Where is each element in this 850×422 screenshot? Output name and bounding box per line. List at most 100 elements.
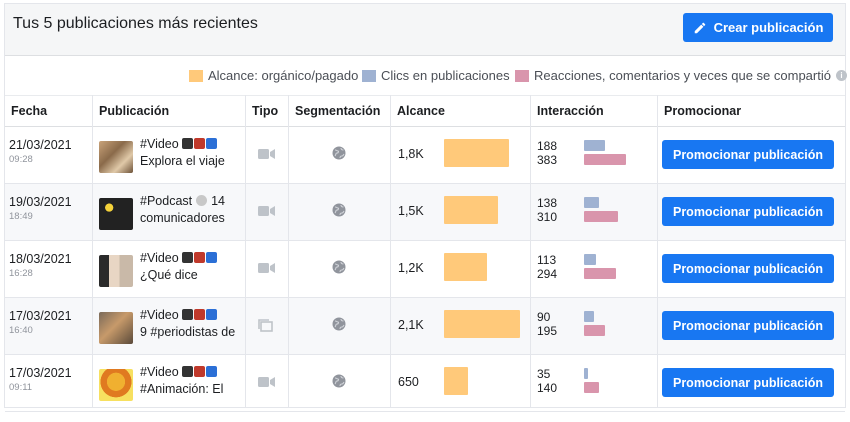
post-text-line1-extra: 14 bbox=[211, 194, 225, 209]
post-text-line1: #Video bbox=[140, 308, 179, 322]
emoji-icons bbox=[182, 136, 218, 153]
promote-post-button[interactable]: Promocionar publicación bbox=[662, 254, 834, 283]
post-date: 17/03/2021 09:11 bbox=[9, 366, 72, 422]
panel-header: Tus 5 publicaciones más recientes Crear … bbox=[5, 4, 845, 56]
post-text[interactable]: #Video #Animación: El bbox=[140, 364, 240, 398]
album-icon bbox=[258, 319, 273, 332]
info-icon[interactable]: i bbox=[835, 70, 847, 81]
engagement-values: 35 140 bbox=[537, 367, 557, 395]
column-header-post[interactable]: Publicación bbox=[93, 96, 169, 127]
globe-icon bbox=[332, 203, 346, 217]
clicks-bar bbox=[584, 254, 596, 265]
create-post-button[interactable]: Crear publicación bbox=[683, 13, 833, 42]
legend: Alcance: orgánico/pagado Clics en public… bbox=[5, 62, 847, 88]
clapperboard-emoji-icon bbox=[182, 309, 194, 321]
create-post-label: Crear publicación bbox=[713, 20, 824, 35]
reactions-bar bbox=[584, 382, 599, 393]
legend-swatch-clicks bbox=[362, 69, 376, 82]
post-thumbnail[interactable] bbox=[99, 369, 133, 401]
post-text-line2: Explora el viaje bbox=[140, 154, 225, 169]
table-row: 19/03/2021 18:49 #Podcast 14 comunicador… bbox=[5, 184, 845, 241]
reach-bar bbox=[444, 196, 498, 224]
arm-emoji-icon bbox=[194, 366, 206, 378]
reach-bar bbox=[444, 310, 520, 338]
emoji-icons bbox=[182, 364, 218, 381]
pencil-icon bbox=[694, 22, 705, 33]
clicks-value: 138 bbox=[537, 196, 558, 210]
recent-posts-panel: Tus 5 publicaciones más recientes Crear … bbox=[4, 3, 847, 412]
post-time: 09:28 bbox=[9, 154, 33, 165]
reactions-bar bbox=[584, 154, 626, 165]
column-header-engagement[interactable]: Interacción bbox=[531, 96, 604, 127]
reach-value: 1,5K bbox=[398, 204, 424, 218]
new-emoji-icon bbox=[206, 366, 218, 378]
reach-value: 2,1K bbox=[398, 318, 424, 332]
new-emoji-icon bbox=[206, 252, 218, 264]
post-text-line1: #Video bbox=[140, 137, 179, 151]
globe-icon bbox=[332, 146, 346, 160]
column-header-promote[interactable]: Promocionar bbox=[658, 96, 741, 127]
new-emoji-icon bbox=[206, 309, 218, 321]
clicks-value: 90 bbox=[537, 310, 551, 324]
post-text[interactable]: #Video 9 #periodistas de bbox=[140, 307, 240, 341]
table-row: 17/03/2021 16:40 #Video 9 #periodistas d… bbox=[5, 298, 845, 355]
column-divider bbox=[92, 95, 93, 407]
clicks-value: 188 bbox=[537, 139, 558, 153]
post-date-text: 18/03/2021 bbox=[9, 252, 72, 266]
microphone-emoji-icon bbox=[195, 195, 207, 207]
reactions-bar bbox=[584, 211, 618, 222]
post-text[interactable]: #Video ¿Qué dice bbox=[140, 250, 240, 284]
emoji-icons: 14 bbox=[195, 193, 225, 210]
clicks-value: 113 bbox=[537, 253, 557, 267]
column-header-reach[interactable]: Alcance bbox=[391, 96, 445, 127]
post-time: 16:28 bbox=[9, 268, 33, 279]
post-date-text: 19/03/2021 bbox=[9, 195, 72, 209]
column-divider bbox=[245, 95, 246, 407]
post-text-line2: comunicadores bbox=[140, 211, 225, 226]
clicks-bar bbox=[584, 140, 605, 151]
post-text-line2: #Animación: El bbox=[140, 382, 224, 397]
post-thumbnail[interactable] bbox=[99, 255, 133, 287]
post-date-text: 17/03/2021 bbox=[9, 366, 72, 380]
new-emoji-icon bbox=[206, 138, 218, 150]
reach-bar bbox=[444, 367, 468, 395]
reach-bar bbox=[444, 139, 509, 167]
legend-label-clicks: Clics en publicaciones bbox=[381, 68, 510, 83]
table-row: 18/03/2021 16:28 #Video ¿Qué dice 1,2K 1… bbox=[5, 241, 845, 298]
post-text[interactable]: #Video Explora el viaje bbox=[140, 136, 240, 170]
globe-icon bbox=[332, 374, 346, 388]
clapperboard-emoji-icon bbox=[182, 366, 194, 378]
engagement-values: 113 294 bbox=[537, 253, 557, 281]
post-text[interactable]: #Podcast 14 comunicadores bbox=[140, 193, 240, 227]
clicks-bar bbox=[584, 197, 599, 208]
reactions-bar bbox=[584, 268, 616, 279]
reactions-value: 383 bbox=[537, 153, 558, 167]
reactions-value: 140 bbox=[537, 381, 558, 395]
table-row: 17/03/2021 09:11 #Video #Animación: El 6… bbox=[5, 355, 845, 412]
emoji-icons bbox=[182, 307, 218, 324]
arm-emoji-icon bbox=[194, 309, 206, 321]
panel-title: Tus 5 publicaciones más recientes bbox=[13, 15, 258, 32]
promote-post-button[interactable]: Promocionar publicación bbox=[662, 197, 834, 226]
post-thumbnail[interactable] bbox=[99, 312, 133, 344]
column-header-date[interactable]: Fecha bbox=[5, 96, 47, 127]
post-thumbnail[interactable] bbox=[99, 141, 133, 173]
column-header-targeting[interactable]: Segmentación bbox=[289, 96, 380, 127]
promote-post-button[interactable]: Promocionar publicación bbox=[662, 140, 834, 169]
post-date-text: 21/03/2021 bbox=[9, 138, 72, 152]
reactions-bar bbox=[584, 325, 605, 336]
post-text-line1: #Video bbox=[140, 365, 179, 379]
reach-value: 1,2K bbox=[398, 261, 424, 275]
video-camera-icon bbox=[258, 377, 275, 387]
promote-post-button[interactable]: Promocionar publicación bbox=[662, 368, 834, 397]
legend-item-clicks: Clics en publicaciones bbox=[362, 68, 510, 83]
arm-emoji-icon bbox=[194, 252, 206, 264]
clapperboard-emoji-icon bbox=[182, 252, 194, 264]
engagement-values: 188 383 bbox=[537, 139, 557, 167]
table-header: Fecha Publicación Tipo Segmentación Alca… bbox=[5, 95, 845, 127]
column-header-type[interactable]: Tipo bbox=[246, 96, 278, 127]
post-thumbnail[interactable] bbox=[99, 198, 133, 230]
reach-value: 1,8K bbox=[398, 147, 424, 161]
column-divider bbox=[288, 95, 289, 407]
promote-post-button[interactable]: Promocionar publicación bbox=[662, 311, 834, 340]
